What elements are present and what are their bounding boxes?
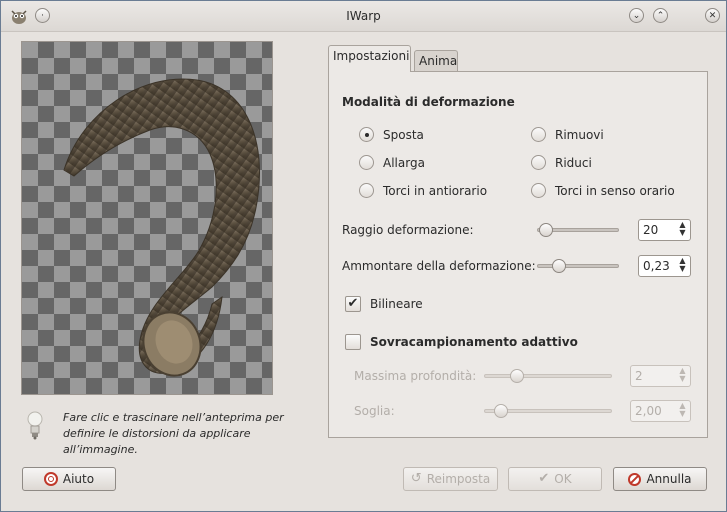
radius-spinbox[interactable]: 20 ▲ ▼ [638,219,691,241]
slider-knob[interactable] [510,369,524,383]
maximize-button[interactable]: ⌃ [653,8,668,23]
settings-panel: Modalità di deformazione Sposta Rimuovi … [328,71,708,438]
max-depth-value: 2 [635,369,643,383]
section-title: Modalità di deformazione [342,95,515,109]
horn-image [63,78,260,377]
mode-label: Torci in senso orario [555,183,675,198]
amount-value: 0,23 [643,259,670,273]
reset-button-label: Reimposta [426,472,491,486]
slider-knob[interactable] [539,223,553,237]
reset-icon: ↺ [410,471,422,486]
iwarp-dialog: · IWarp ⌄ ⌃ ✕ Fare clic e trascinare nel… [0,0,727,512]
ok-button-label: OK [554,472,572,486]
tab-anima[interactable]: Anima [414,50,458,72]
lightbulb-icon [27,411,43,440]
cancel-icon [628,472,642,486]
mode-label: Rimuovi [555,127,604,142]
supersample-checkbox[interactable] [345,334,361,350]
bilinear-checkbox[interactable]: ✔ [345,296,361,312]
max-depth-spinbox[interactable]: 2 ▲ ▼ [630,365,691,387]
slider-knob[interactable] [552,259,566,273]
title-bar: · IWarp ⌄ ⌃ ✕ [1,1,726,32]
cancel-button[interactable]: Annulla [613,467,707,491]
threshold-spinbox[interactable]: 2,00 ▲ ▼ [630,400,691,422]
help-button-label: Aiuto [62,472,95,486]
radio-button[interactable] [359,155,374,170]
radio-button[interactable] [531,155,546,170]
window-title: IWarp [346,9,381,23]
bilinear-label: Bilineare [370,297,423,311]
amount-slider[interactable] [537,258,619,274]
supersample-checkbox-row[interactable]: Sovracampionamento adattivo [345,334,578,350]
close-button[interactable]: ✕ [705,8,720,23]
mode-allarga[interactable]: Allarga [359,155,425,170]
help-lifebuoy-icon [43,472,58,486]
amount-label: Ammontare della deformazione: [342,259,536,273]
mode-riduci[interactable]: Riduci [531,155,592,170]
reset-button[interactable]: ↺ Reimposta [403,467,498,491]
mode-label: Allarga [383,155,425,170]
threshold-value: 2,00 [635,404,662,418]
radius-label: Raggio deformazione: [342,223,474,237]
slider-track [484,374,612,378]
mode-label: Riduci [555,155,592,170]
threshold-slider[interactable] [484,403,612,419]
radio-button[interactable] [531,183,546,198]
mode-label: Sposta [383,127,424,142]
max-depth-label: Massima profondità: [354,369,477,383]
max-depth-slider[interactable] [484,368,612,384]
checkmark-icon: ✔ [538,471,550,486]
amount-spinbox[interactable]: 0,23 ▲ ▼ [638,255,691,277]
mode-label: Torci in antiorario [383,183,488,198]
spin-arrows-icon[interactable]: ▲ ▼ [678,402,687,420]
supersample-label: Sovracampionamento adattivo [370,335,578,349]
radius-slider[interactable] [537,222,619,238]
spin-arrows-icon[interactable]: ▲ ▼ [678,367,687,385]
warp-preview-canvas[interactable] [21,41,273,395]
threshold-label: Soglia: [354,404,395,418]
mode-sposta[interactable]: Sposta [359,127,424,142]
tab-impostazioni-label: Impostazioni [333,49,410,63]
spin-arrows-icon[interactable]: ▲ ▼ [678,221,687,239]
slider-track [537,264,619,268]
radio-button[interactable] [531,127,546,142]
minimize-button[interactable]: ⌄ [629,8,644,23]
mode-torci-orario[interactable]: Torci in senso orario [531,183,675,198]
mode-torci-antiorario[interactable]: Torci in antiorario [359,183,487,198]
radio-button[interactable] [359,183,374,198]
radius-value: 20 [643,223,659,237]
ok-button[interactable]: ✔ OK [508,467,602,491]
slider-knob[interactable] [494,404,508,418]
cancel-button-label: Annulla [646,472,692,486]
help-button[interactable]: Aiuto [22,467,116,491]
tab-impostazioni[interactable]: Impostazioni [328,45,411,72]
spin-arrows-icon[interactable]: ▲ ▼ [678,257,687,275]
radio-button[interactable] [359,127,374,142]
tab-anima-label: Anima [419,54,458,68]
hint-text: Fare clic e trascinare nell’anteprima pe… [63,411,284,456]
bilinear-checkbox-row[interactable]: ✔ Bilineare [345,296,423,312]
mode-rimuovi[interactable]: Rimuovi [531,127,604,142]
